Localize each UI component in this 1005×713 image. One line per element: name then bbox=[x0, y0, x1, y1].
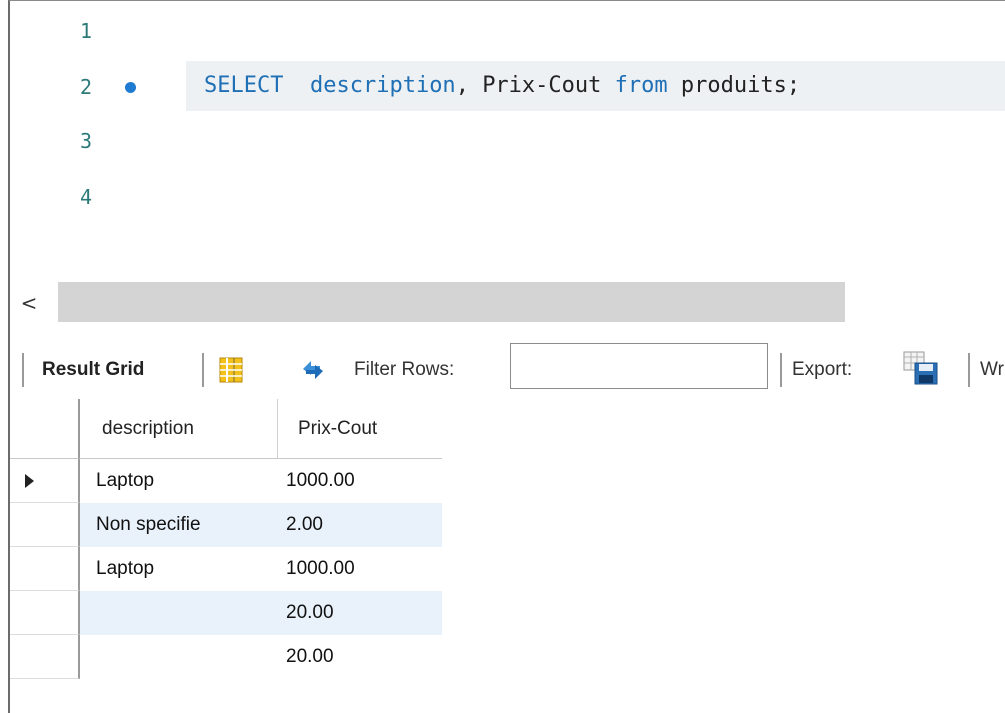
row-indicator[interactable] bbox=[10, 459, 80, 503]
keyword-select: SELECT bbox=[204, 73, 284, 98]
code-table-name: produits; bbox=[680, 73, 801, 98]
grid-layout-icon[interactable] bbox=[218, 357, 244, 383]
result-toolbar: Result Grid Filter Rows: Export: Wr bbox=[10, 339, 1005, 399]
row-indicator-header bbox=[10, 399, 80, 459]
toolbar-divider bbox=[968, 353, 970, 387]
export-save-icon[interactable] bbox=[903, 351, 939, 385]
app-frame: 1 2 3 4 SELECT description, Prix-Cout fr… bbox=[8, 0, 1005, 713]
table-cell[interactable]: Laptop bbox=[80, 459, 278, 503]
current-row-arrow-icon bbox=[25, 474, 34, 488]
line-number: 3 bbox=[80, 129, 93, 153]
table-row[interactable]: 20.00 bbox=[10, 591, 442, 635]
result-grid-tab[interactable]: Result Grid bbox=[42, 359, 144, 381]
column-header-prix-cout[interactable]: Prix-Cout bbox=[278, 399, 442, 459]
table-cell[interactable]: 1000.00 bbox=[278, 459, 442, 503]
table-cell[interactable]: Non specifie bbox=[80, 503, 278, 547]
scroll-left-icon[interactable]: < bbox=[14, 290, 44, 316]
filter-rows-input[interactable] bbox=[510, 343, 768, 389]
refresh-icon[interactable] bbox=[298, 357, 328, 383]
line-number: 2 bbox=[80, 75, 93, 99]
wrap-cell-label[interactable]: Wr bbox=[980, 359, 1005, 381]
table-cell[interactable]: 20.00 bbox=[278, 591, 442, 635]
statement-marker-icon bbox=[125, 82, 136, 93]
export-label: Export: bbox=[792, 359, 853, 380]
code-field-description: description bbox=[309, 73, 456, 98]
keyword-from: from bbox=[614, 73, 668, 98]
table-row[interactable]: 20.00 bbox=[10, 635, 442, 679]
result-grid: description Prix-Cout Laptop 1000.00 Non… bbox=[10, 399, 442, 679]
table-cell[interactable]: Laptop bbox=[80, 547, 278, 591]
sql-editor[interactable]: 1 2 3 4 SELECT description, Prix-Cout fr… bbox=[10, 1, 1005, 281]
code-field-prix-cout: Prix-Cout bbox=[482, 73, 602, 98]
table-row[interactable]: Laptop 1000.00 bbox=[10, 547, 442, 591]
table-row[interactable]: Laptop 1000.00 bbox=[10, 459, 442, 503]
toolbar-divider bbox=[780, 353, 782, 387]
scrollbar-thumb[interactable] bbox=[58, 282, 845, 322]
row-indicator[interactable] bbox=[10, 547, 80, 591]
line-number: 1 bbox=[80, 19, 93, 43]
table-cell[interactable]: 2.00 bbox=[278, 503, 442, 547]
current-code-line[interactable]: SELECT description, Prix-Cout from produ… bbox=[186, 61, 1005, 111]
table-cell[interactable]: 20.00 bbox=[278, 635, 442, 679]
row-indicator[interactable] bbox=[10, 635, 80, 679]
table-cell[interactable] bbox=[80, 635, 278, 679]
table-cell[interactable] bbox=[80, 591, 278, 635]
line-number: 4 bbox=[80, 185, 93, 209]
filter-rows-label: Filter Rows: bbox=[354, 359, 455, 380]
row-indicator[interactable] bbox=[10, 591, 80, 635]
table-cell[interactable]: 1000.00 bbox=[278, 547, 442, 591]
grid-header-row: description Prix-Cout bbox=[10, 399, 442, 459]
toolbar-divider bbox=[22, 353, 24, 387]
horizontal-scrollbar[interactable]: < bbox=[10, 282, 1005, 324]
row-indicator[interactable] bbox=[10, 503, 80, 547]
table-row[interactable]: Non specifie 2.00 bbox=[10, 503, 442, 547]
code-comma: , bbox=[455, 73, 469, 98]
column-header-description[interactable]: description bbox=[80, 399, 278, 459]
toolbar-divider bbox=[202, 353, 204, 387]
